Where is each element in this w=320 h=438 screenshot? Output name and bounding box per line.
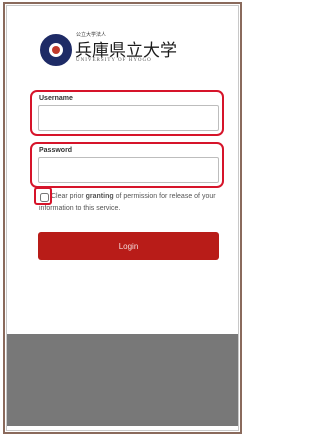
login-button[interactable]: Login: [38, 232, 219, 260]
consent-text: Clear prior granting of permission for r…: [39, 191, 229, 215]
consent-text-bold: granting: [85, 193, 114, 200]
consent-text-pre: Clear prior: [51, 193, 86, 200]
university-seal-icon: [40, 34, 72, 66]
logo-subtitle: UNIVERSITY OF HYOGO: [76, 58, 152, 63]
footer-band: [7, 334, 238, 426]
username-label: Username: [39, 95, 73, 102]
login-frame: 公立大学法人 兵庫県立大学 UNIVERSITY OF HYOGO Userna…: [3, 2, 242, 434]
username-input[interactable]: [38, 105, 219, 131]
password-label: Password: [39, 147, 73, 154]
university-logo: 公立大学法人 兵庫県立大学 UNIVERSITY OF HYOGO: [40, 31, 190, 67]
login-panel: 公立大学法人 兵庫県立大学 UNIVERSITY OF HYOGO Userna…: [6, 5, 239, 431]
password-input[interactable]: [38, 157, 219, 183]
